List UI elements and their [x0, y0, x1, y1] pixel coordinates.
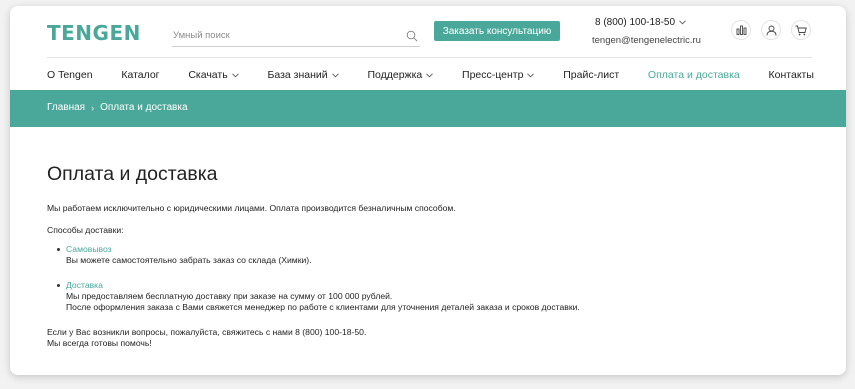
header-divider — [47, 57, 812, 58]
page-title: Оплата и доставка — [47, 163, 218, 185]
search-input[interactable] — [172, 25, 392, 46]
nav-item-contacts[interactable]: Контакты — [769, 67, 814, 83]
search-icon[interactable] — [406, 29, 418, 47]
nav-item-label: Пресс-центр — [462, 69, 524, 81]
methods-label: Способы доставки: — [47, 225, 124, 235]
tengen-logo[interactable]: TENGEN — [47, 21, 141, 45]
nav-item-label: Прайс-лист — [563, 69, 620, 81]
chevron-down-icon — [426, 72, 434, 78]
phone-number[interactable]: 8 (800) 100-18-50 — [595, 17, 687, 28]
nav-item-payment-delivery[interactable]: Оплата и доставка — [648, 67, 740, 83]
breadcrumb-separator: › — [91, 102, 95, 113]
chevron-down-icon — [331, 72, 339, 78]
phone-text: 8 (800) 100-18-50 — [595, 17, 676, 28]
chevron-down-icon — [527, 72, 535, 78]
nav-item-download[interactable]: Скачать — [188, 67, 239, 83]
breadcrumb-current: Оплата и доставка — [100, 102, 188, 113]
page-frame: TENGEN Заказать консультацию 8 (800) 100… — [10, 6, 846, 375]
nav-item-label: Оплата и доставка — [647, 69, 740, 81]
pickup-link[interactable]: Самовывоз — [66, 244, 112, 254]
user-icon[interactable] — [761, 20, 781, 40]
nav-item-label: Каталог — [121, 69, 160, 81]
delivery-link[interactable]: Доставка — [66, 280, 103, 290]
delivery-methods-list: Самовывоз Вы можете самостоятельно забра… — [56, 244, 807, 313]
nav-item-label: Контакты — [768, 69, 814, 81]
intro-text: Мы работаем исключительно с юридическими… — [47, 203, 456, 213]
list-item: Доставка Мы предоставляем бесплатную дос… — [56, 280, 807, 313]
breadcrumb: Главная › Оплата и доставка — [47, 102, 188, 113]
chevron-down-icon — [677, 18, 687, 27]
nav-item-press-center[interactable]: Пресс-центр — [462, 67, 535, 83]
search-box[interactable] — [172, 25, 420, 47]
chevron-down-icon — [231, 72, 239, 78]
pickup-description: Вы можете самостоятельно забрать заказ с… — [66, 255, 312, 265]
main-nav: О Tengen Каталог Скачать База знаний Под… — [47, 67, 814, 83]
nav-item-price-list[interactable]: Прайс-лист — [563, 67, 619, 83]
list-item: Самовывоз Вы можете самостоятельно забра… — [56, 244, 807, 266]
cart-icon[interactable] — [791, 20, 811, 40]
nav-item-about[interactable]: О Tengen — [47, 67, 93, 83]
closing-text-2: Мы всегда готовы помочь! — [47, 338, 152, 348]
delivery-description-1: Мы предоставляем бесплатную доставку при… — [66, 291, 393, 301]
nav-item-knowledge-base[interactable]: База знаний — [267, 67, 339, 83]
nav-item-label: Поддержка — [367, 69, 423, 81]
nav-item-label: О Tengen — [47, 69, 93, 81]
consultation-button[interactable]: Заказать консультацию — [434, 21, 560, 41]
compare-icon[interactable] — [731, 20, 751, 40]
closing-text-1: Если у Вас возникли вопросы, пожалуйста,… — [47, 327, 367, 337]
nav-item-support[interactable]: Поддержка — [367, 67, 434, 83]
nav-item-catalog[interactable]: Каталог — [121, 67, 159, 83]
delivery-description-2: После оформления заказа с Вами свяжется … — [66, 302, 580, 312]
breadcrumb-home-link[interactable]: Главная — [47, 102, 85, 113]
nav-item-label: База знаний — [267, 69, 328, 81]
email-link[interactable]: tengen@tengenelectric.ru — [592, 35, 701, 46]
page-content: Мы работаем исключительно с юридическими… — [47, 203, 807, 349]
nav-item-label: Скачать — [188, 69, 228, 81]
